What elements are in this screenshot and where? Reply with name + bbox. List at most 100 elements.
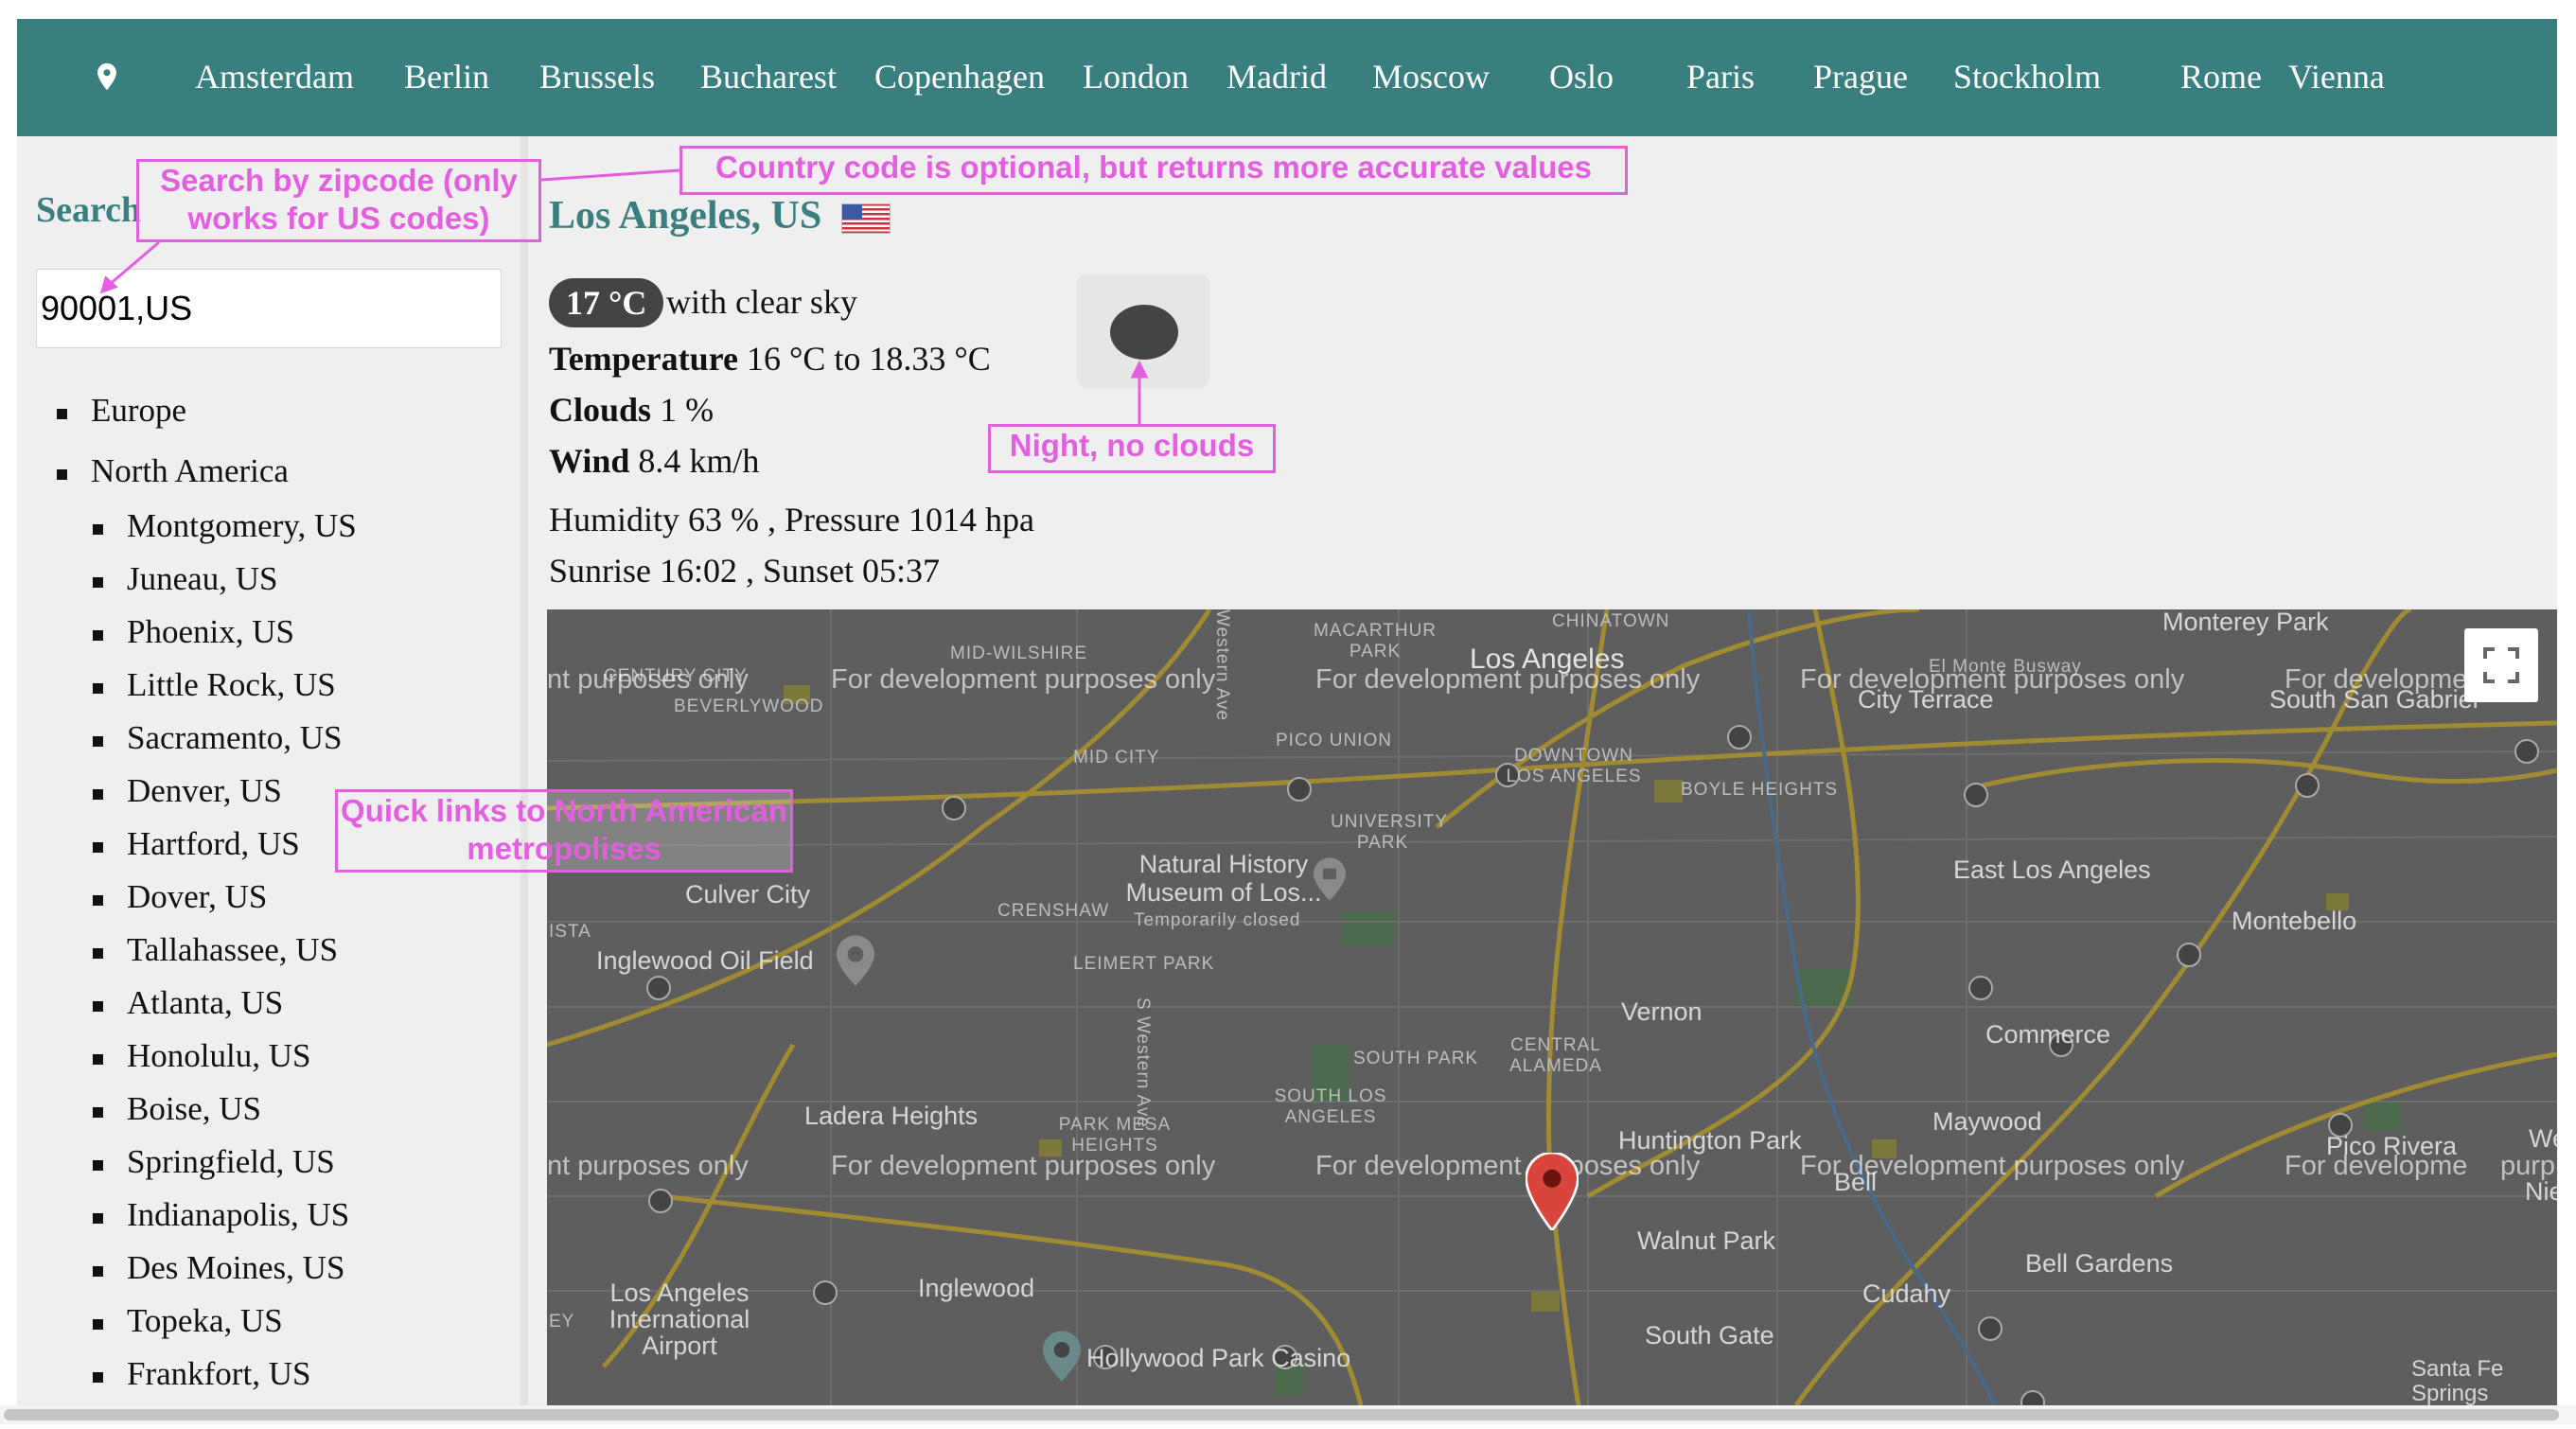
location-title: Los Angeles, US <box>549 193 891 238</box>
nav-city-london[interactable]: London <box>1083 57 1189 97</box>
quick-links-annotation: Quick links to North American metropolis… <box>335 789 793 873</box>
map-label-east-los-angeles: East Los Angeles <box>1953 856 2151 884</box>
map-label-maywood: Maywood <box>1932 1107 2042 1136</box>
map-label-downtown: DOWNTOWN LOS ANGELES <box>1506 746 1642 786</box>
map-label-macarthur-park: MACARTHUR PARK <box>1313 621 1438 662</box>
list-item-des-moines[interactable]: Des Moines, US <box>36 1242 509 1295</box>
list-item-frankfort[interactable]: Frankfort, US <box>36 1348 509 1401</box>
map-roads <box>547 609 2557 1405</box>
map-marker-icon[interactable] <box>1526 1153 1579 1230</box>
horizontal-scrollbar[interactable] <box>0 1405 2576 1424</box>
nav-city-berlin[interactable]: Berlin <box>404 57 489 97</box>
clouds-value: 1 % <box>660 391 715 429</box>
scrollbar-thumb[interactable] <box>4 1409 2559 1420</box>
list-item-dover[interactable]: Dover, US <box>36 871 509 924</box>
nav-city-bucharest[interactable]: Bucharest <box>700 57 837 97</box>
dev-watermark: For developme <box>2285 1151 2468 1181</box>
map-label-crenshaw: CRENSHAW <box>997 901 1110 921</box>
map-label-leimert-park: LEIMERT PARK <box>1073 954 1215 974</box>
weather-icon-box <box>1077 274 1209 388</box>
list-item-phoenix[interactable]: Phoenix, US <box>36 606 509 659</box>
nav-city-brussels[interactable]: Brussels <box>539 57 655 97</box>
map-label-bell-gardens: Bell Gardens <box>2025 1249 2174 1278</box>
map-label-south-los-angeles: SOUTH LOS ANGELES <box>1274 1086 1387 1127</box>
list-item-montgomery[interactable]: Montgomery, US <box>36 500 509 553</box>
map-label-inglewood: Inglewood <box>918 1274 1035 1302</box>
map[interactable]: Los Angeles Monterey Park El Monte Buswa… <box>547 609 2557 1405</box>
temperature-label: Temperature <box>549 340 738 378</box>
map-label-ladera-heights: Ladera Heights <box>804 1102 979 1130</box>
wind-value: 8.4 km/h <box>638 442 760 480</box>
map-label-culver-city: Culver City <box>685 880 811 909</box>
region-north-america[interactable]: North America <box>36 445 509 498</box>
clouds-label: Clouds <box>549 391 652 429</box>
nav-city-moscow[interactable]: Moscow <box>1372 57 1490 97</box>
nav-city-madrid[interactable]: Madrid <box>1226 57 1327 97</box>
list-item-juneau[interactable]: Juneau, US <box>36 553 509 606</box>
map-label-vista: ISTA <box>549 922 591 942</box>
nav-city-rome[interactable]: Rome <box>2180 57 2262 97</box>
casino-pin-icon[interactable] <box>1043 1331 1081 1382</box>
map-label-mid-city: MID CITY <box>1073 748 1160 767</box>
map-label-commerce: Commerce <box>1985 1020 2111 1049</box>
moon-night-icon <box>1110 305 1178 360</box>
search-label: Search <box>36 190 142 230</box>
list-item-boise[interactable]: Boise, US <box>36 1083 509 1136</box>
north-america-city-list: Montgomery, US Juneau, US Phoenix, US Li… <box>36 500 509 1401</box>
poi-pin-icon[interactable] <box>837 935 874 986</box>
fullscreen-button[interactable] <box>2464 628 2538 702</box>
dev-watermark: nt purposes only <box>547 664 749 695</box>
fullscreen-icon <box>2483 647 2519 683</box>
search-input[interactable] <box>36 269 502 348</box>
nav-city-vienna[interactable]: Vienna <box>2288 57 2385 97</box>
region-europe[interactable]: Europe <box>36 384 509 437</box>
map-label-vernon: Vernon <box>1621 997 1703 1026</box>
list-item-springfield[interactable]: Springfield, US <box>36 1136 509 1189</box>
list-item-atlanta[interactable]: Atlanta, US <box>36 977 509 1030</box>
dev-watermark: For developme <box>2285 664 2468 695</box>
list-item-indianapolis[interactable]: Indianapolis, US <box>36 1189 509 1242</box>
list-item-topeka[interactable]: Topeka, US <box>36 1295 509 1348</box>
map-label-south-park: SOUTH PARK <box>1353 1049 1479 1068</box>
nav-city-stockholm[interactable]: Stockholm <box>1953 57 2101 97</box>
sidebar: Search Europe North America Montgomery, … <box>17 136 528 1405</box>
dev-watermark: For development purposes only <box>1800 664 2185 695</box>
map-label-boyle-heights: BOYLE HEIGHTS <box>1681 780 1839 800</box>
map-label-lax: Los Angeles International Airport <box>609 1279 750 1360</box>
list-item-tallahassee[interactable]: Tallahassee, US <box>36 924 509 977</box>
map-label-monterey-park: Monterey Park <box>2162 609 2329 636</box>
list-item-sacramento[interactable]: Sacramento, US <box>36 712 509 765</box>
map-label-university-park: UNIVERSITY PARK <box>1331 812 1449 853</box>
list-item-honolulu[interactable]: Honolulu, US <box>36 1030 509 1083</box>
weather-app: Amsterdam Berlin Brussels Bucharest Cope… <box>17 19 2557 1405</box>
clouds-row: Clouds 1 % <box>549 390 714 430</box>
map-label-pico-union: PICO UNION <box>1276 731 1392 750</box>
nav-city-prague[interactable]: Prague <box>1813 57 1908 97</box>
humidity-pressure: Humidity 63 % , Pressure 1014 hpa <box>549 501 1034 538</box>
nav-city-amsterdam[interactable]: Amsterdam <box>195 57 354 97</box>
museum-pin-icon[interactable] <box>1314 857 1346 901</box>
list-item-little-rock[interactable]: Little Rock, US <box>36 659 509 712</box>
map-label-hollywood-park-casino: Hollywood Park Casino <box>1086 1344 1351 1372</box>
wind-label: Wind <box>549 442 630 480</box>
location-name: Los Angeles, US <box>549 194 822 238</box>
nav-city-paris[interactable]: Paris <box>1686 57 1755 97</box>
map-label-chinatown: CHINATOWN <box>1552 611 1670 631</box>
temperature-row: Temperature 16 °C to 18.33 °C <box>549 339 991 379</box>
dev-watermark: For development purposes only <box>831 664 1216 695</box>
map-label-cudahy: Cudahy <box>1862 1279 1951 1308</box>
nav-city-oslo[interactable]: Oslo <box>1549 57 1614 97</box>
map-label-walnut-park: Walnut Park <box>1637 1226 1776 1255</box>
map-label-temporarily-closed: Temporarily closed <box>1134 910 1301 930</box>
wind-row: Wind 8.4 km/h <box>549 441 759 481</box>
map-label-mid-wilshire: MID-WILSHIRE <box>950 644 1087 663</box>
map-label-south-gate: South Gate <box>1645 1321 1774 1350</box>
zip-annotation: Search by zipcode (only works for US cod… <box>136 159 541 242</box>
map-label-natural-history-museum: Natural History Museum of Los... <box>1125 850 1322 907</box>
map-label-santa-fe-springs: Santa Fe Springs <box>2411 1356 2504 1406</box>
weather-panel: Los Angeles, US 17 °C with clear sky Tem… <box>547 136 2557 1405</box>
temperature-badge: 17 °C <box>549 278 664 327</box>
map-pin-icon[interactable] <box>91 61 123 93</box>
nav-city-copenhagen[interactable]: Copenhagen <box>874 57 1045 97</box>
dev-watermark: nt purposes only <box>547 1151 749 1181</box>
